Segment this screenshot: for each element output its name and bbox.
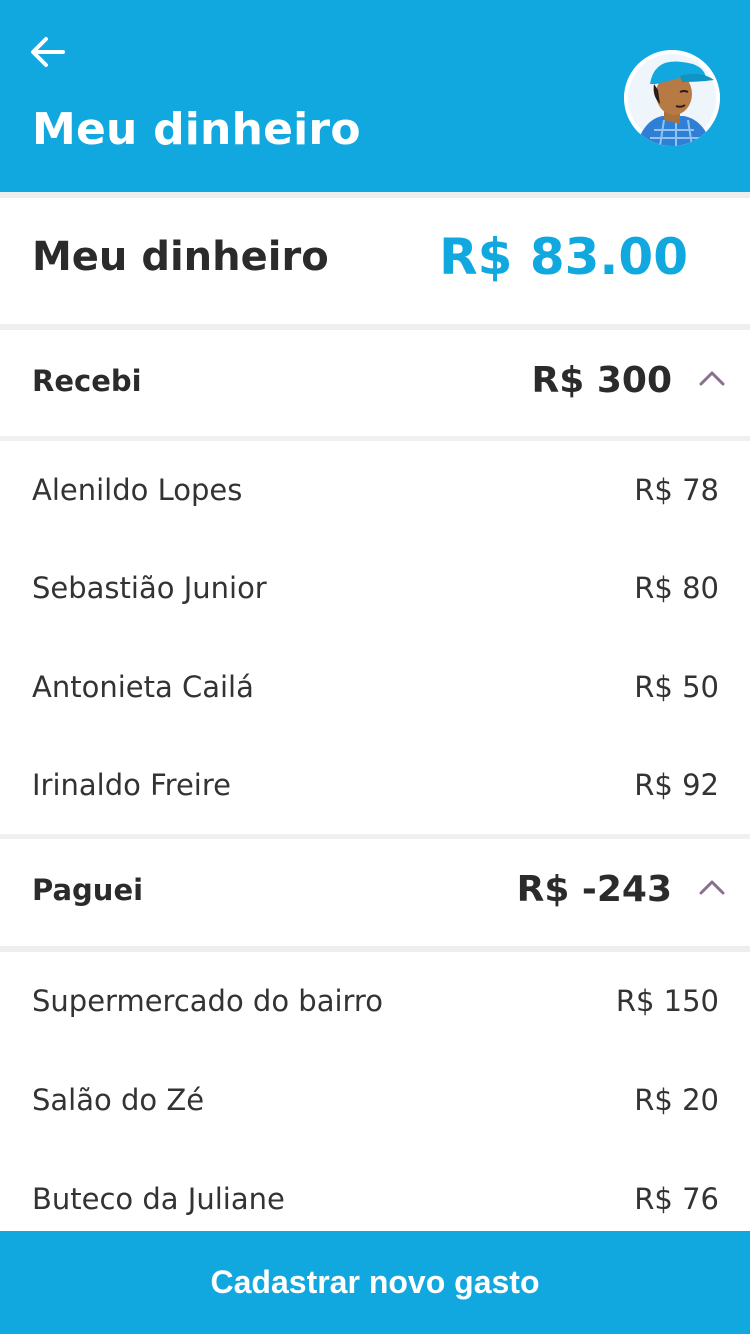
list-item-name: Antonieta Cailá bbox=[32, 670, 254, 704]
list-item-value: R$ 80 bbox=[634, 571, 719, 605]
section-total: R$ 300 bbox=[531, 360, 672, 401]
list-item-name: Supermercado do bairro bbox=[32, 984, 383, 1018]
list-item[interactable]: Irinaldo Freire R$ 92 bbox=[0, 736, 750, 834]
page-title: Meu dinheiro bbox=[32, 104, 361, 155]
section-header-paid[interactable]: Paguei R$ -243 bbox=[0, 839, 750, 945]
chevron-up-icon[interactable] bbox=[698, 368, 726, 388]
list-item[interactable]: Salão do Zé R$ 20 bbox=[0, 1051, 750, 1149]
list-item-value: R$ 76 bbox=[634, 1182, 719, 1216]
section-label: Recebi bbox=[32, 364, 142, 398]
list-item[interactable]: Supermercado do bairro R$ 150 bbox=[0, 952, 750, 1050]
list-item-name: Sebastião Junior bbox=[32, 571, 267, 605]
list-item-name: Buteco da Juliane bbox=[32, 1182, 285, 1216]
balance-label: Meu dinheiro bbox=[32, 234, 329, 280]
list-item-name: Alenildo Lopes bbox=[32, 473, 243, 507]
list-item-value: R$ 92 bbox=[634, 768, 719, 802]
list-item-value: R$ 150 bbox=[615, 984, 719, 1018]
back-button[interactable] bbox=[28, 30, 68, 74]
list-item-value: R$ 50 bbox=[634, 670, 719, 704]
list-item-name: Salão do Zé bbox=[32, 1083, 205, 1117]
balance-summary: Meu dinheiro R$ 83.00 bbox=[0, 198, 750, 324]
section-total: R$ -243 bbox=[516, 869, 672, 910]
add-expense-button[interactable]: Cadastrar novo gasto bbox=[0, 1231, 750, 1334]
list-item[interactable]: Antonieta Cailá R$ 50 bbox=[0, 638, 750, 736]
chevron-up-icon[interactable] bbox=[698, 877, 726, 897]
list-item-value: R$ 78 bbox=[634, 473, 719, 507]
list-item[interactable]: Sebastião Junior R$ 80 bbox=[0, 539, 750, 637]
add-expense-label: Cadastrar novo gasto bbox=[210, 1264, 540, 1300]
balance-value: R$ 83.00 bbox=[439, 228, 688, 286]
app-header: Meu dinheiro bbox=[0, 0, 750, 192]
avatar[interactable] bbox=[624, 50, 720, 146]
section-label: Paguei bbox=[32, 873, 144, 907]
user-avatar-illustration bbox=[624, 50, 720, 146]
section-header-received[interactable]: Recebi R$ 300 bbox=[0, 330, 750, 436]
arrow-left-icon bbox=[31, 37, 65, 67]
list-item-name: Irinaldo Freire bbox=[32, 768, 231, 802]
list-item[interactable]: Alenildo Lopes R$ 78 bbox=[0, 441, 750, 539]
list-item-value: R$ 20 bbox=[634, 1083, 719, 1117]
